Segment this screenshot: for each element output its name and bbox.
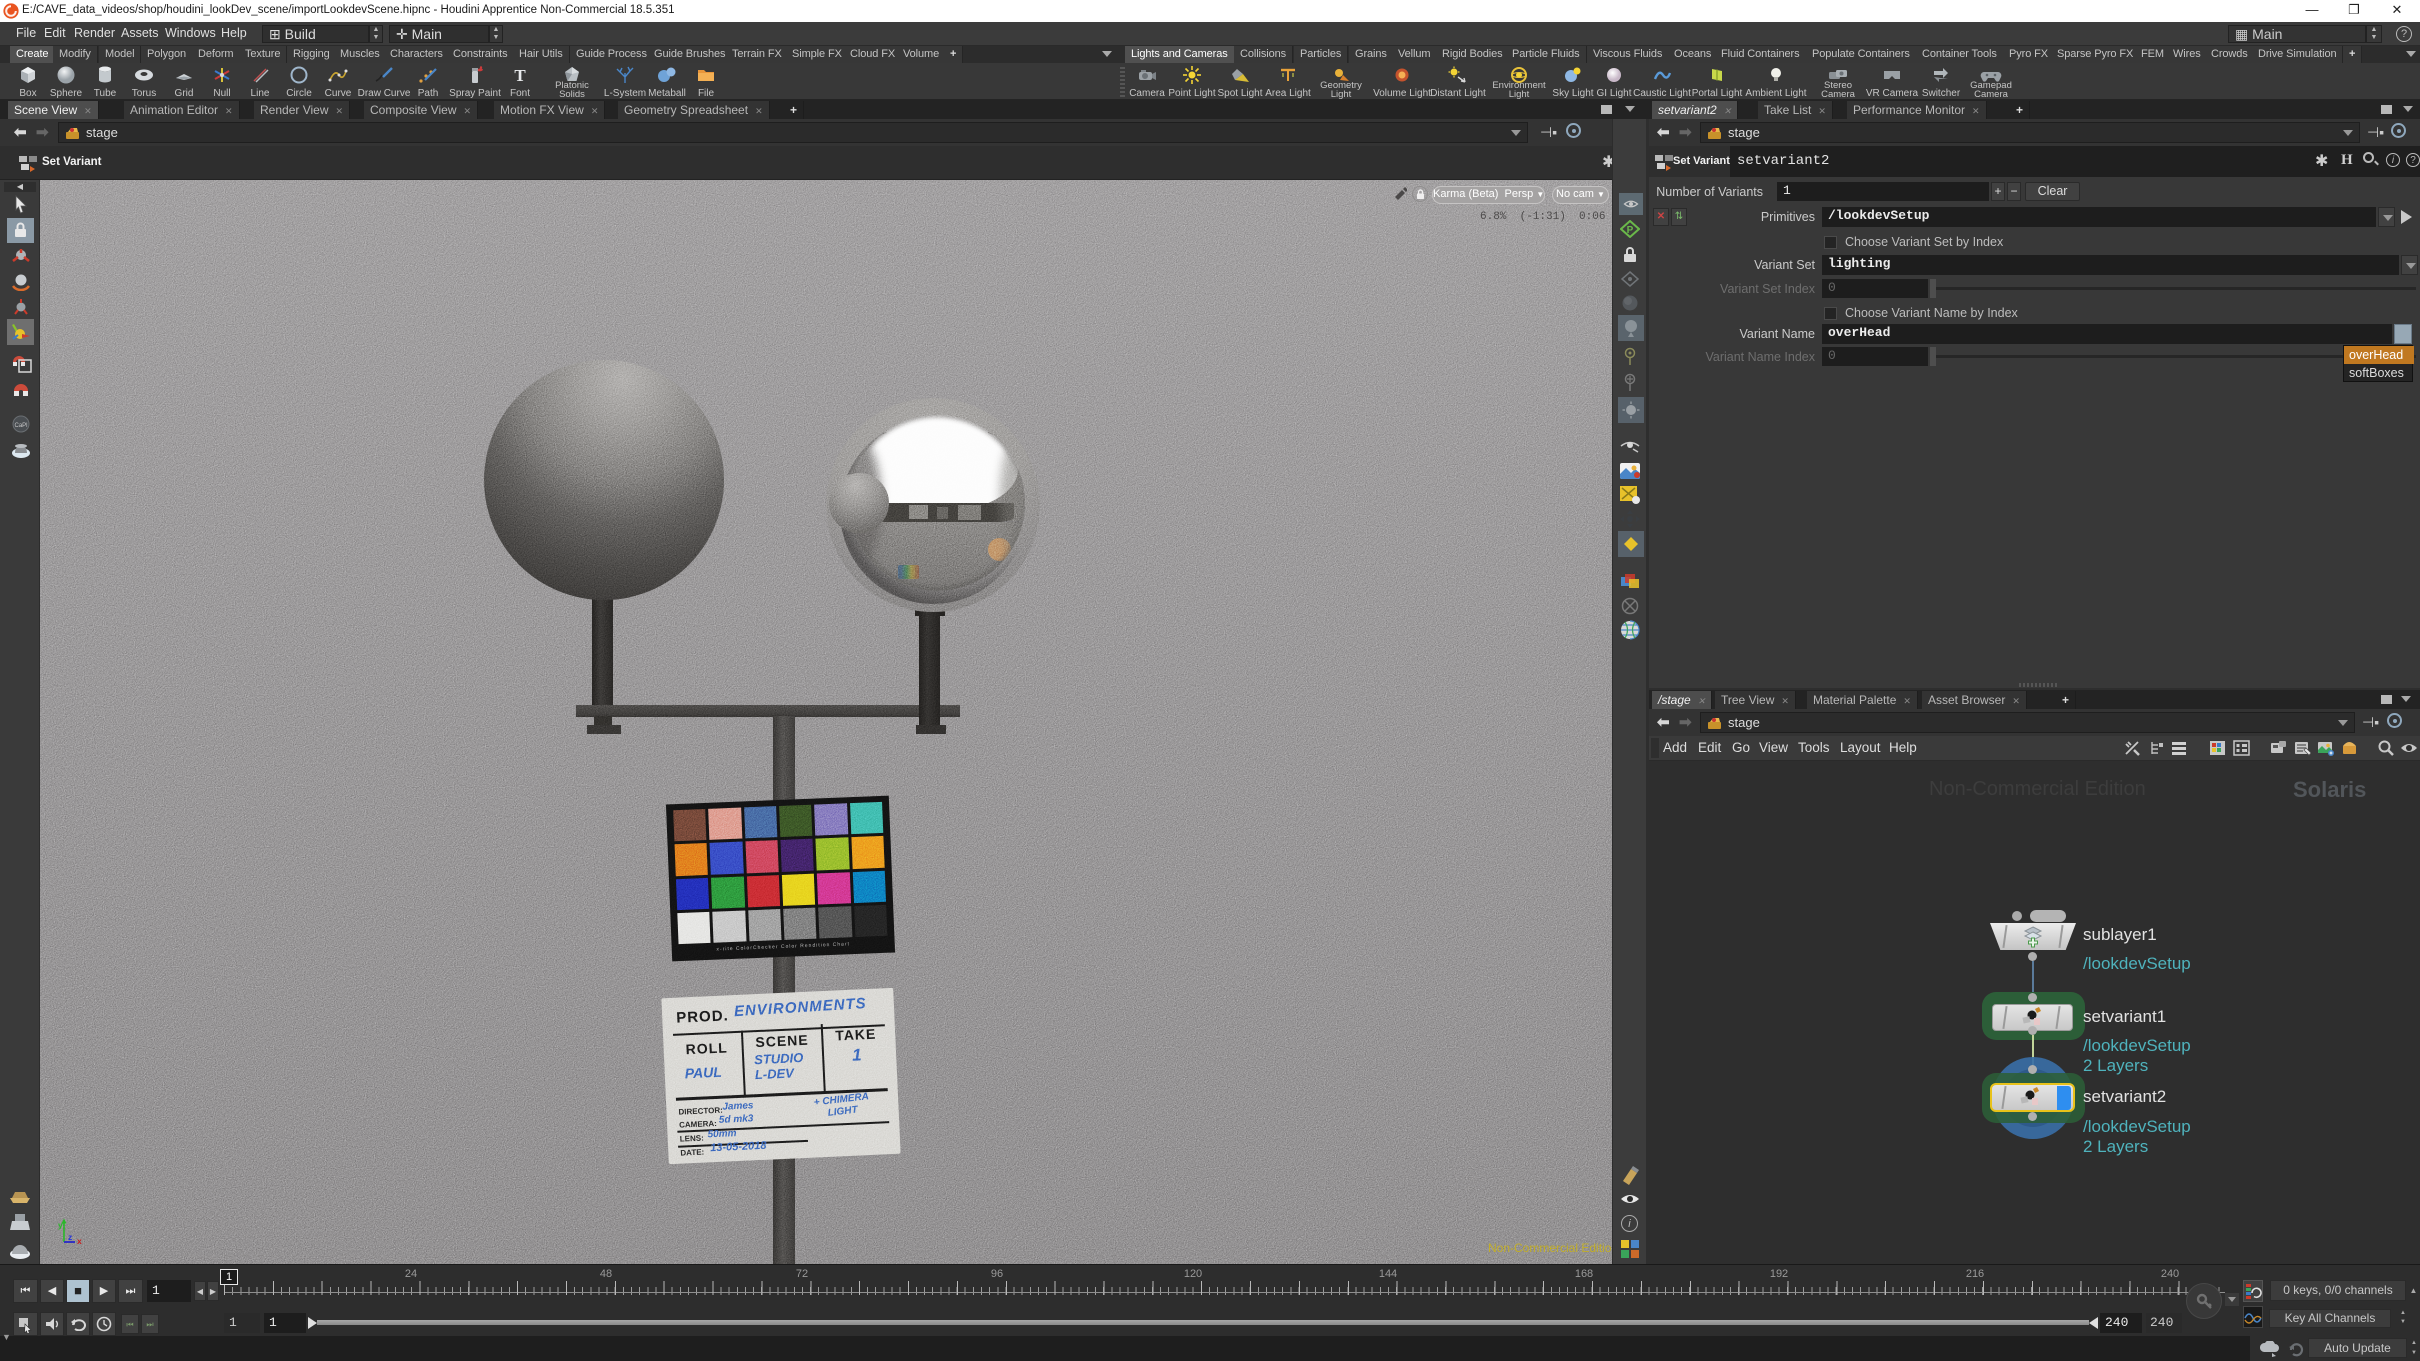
svg-text:y: y bbox=[58, 1220, 63, 1230]
svg-text:T: T bbox=[514, 66, 526, 85]
svg-text:z: z bbox=[68, 1232, 72, 1242]
svg-text:x: x bbox=[77, 1236, 82, 1246]
svg-text:P: P bbox=[1627, 225, 1634, 236]
svg-text:CaPl: CaPl bbox=[14, 423, 27, 429]
